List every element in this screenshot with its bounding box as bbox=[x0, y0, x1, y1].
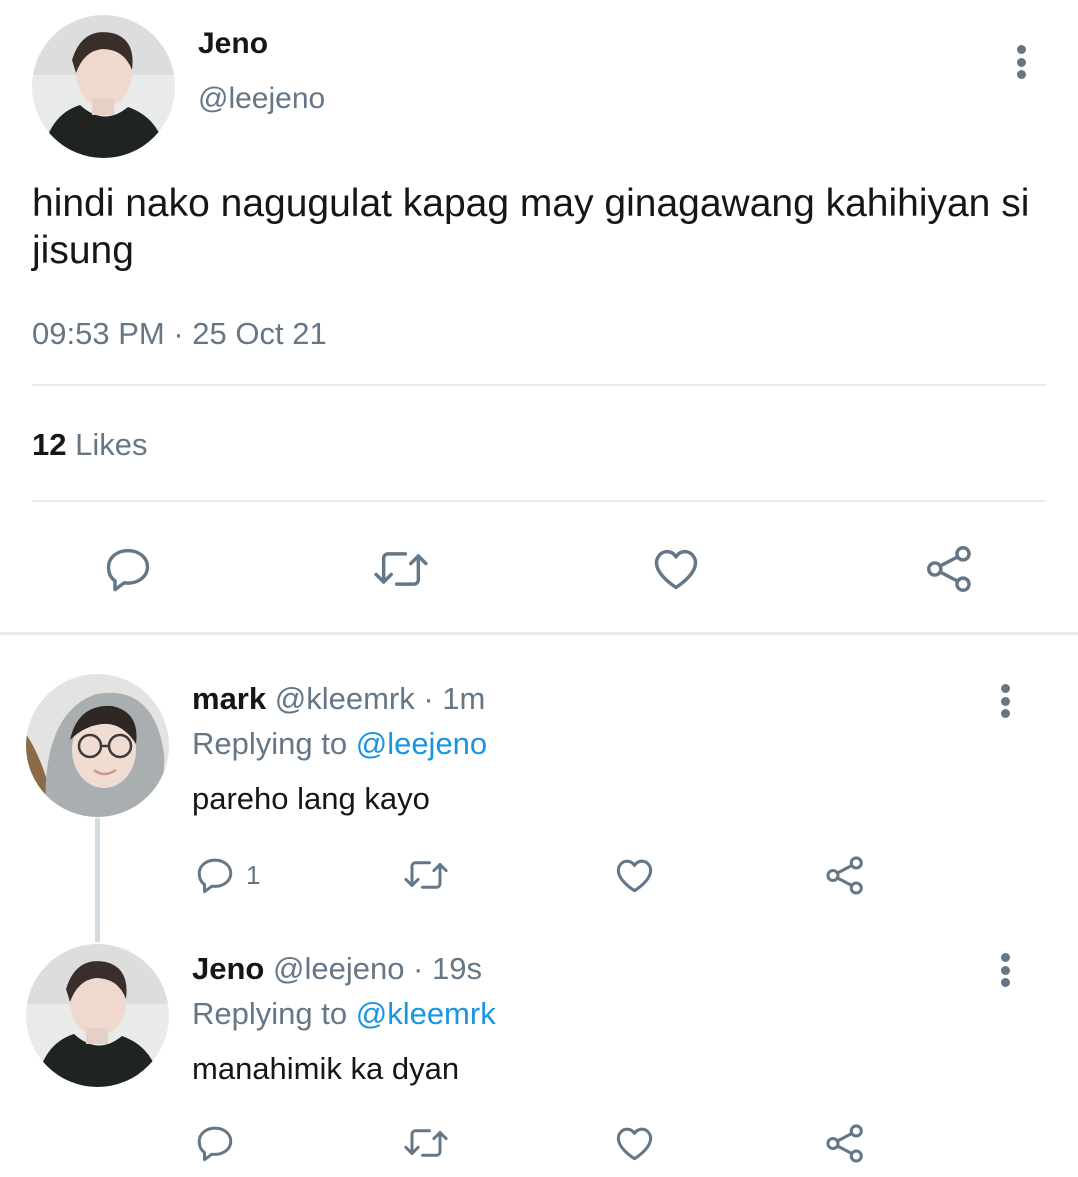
main-author-name[interactable]: Jeno bbox=[198, 27, 268, 61]
retweet-button[interactable] bbox=[370, 543, 432, 595]
tweet-date: 25 Oct 21 bbox=[192, 316, 327, 351]
reply-text: manahimik ka dyan bbox=[192, 1051, 460, 1086]
meta-separator: · bbox=[414, 681, 443, 716]
retweet-icon bbox=[404, 1129, 448, 1157]
reply-author-name[interactable]: mark bbox=[192, 681, 266, 716]
more-vertical-icon[interactable] bbox=[1009, 42, 1033, 82]
likes-label: Likes bbox=[75, 427, 148, 462]
main-tweet-text: hindi nako nagugulat kapag may ginagawan… bbox=[32, 182, 1030, 272]
retweet-button[interactable] bbox=[400, 1122, 452, 1164]
meta-separator: · bbox=[404, 951, 432, 986]
retweet-button[interactable] bbox=[400, 854, 452, 896]
replying-to-line: Replying to @kleemrk bbox=[192, 996, 496, 1032]
reply-author-handle[interactable]: @kleemrk bbox=[275, 681, 415, 716]
reply-icon bbox=[197, 1126, 233, 1162]
share-icon bbox=[927, 546, 971, 592]
more-vertical-icon[interactable] bbox=[993, 950, 1017, 990]
reply-button[interactable]: 1 bbox=[194, 854, 260, 896]
reply-time: 19s bbox=[432, 951, 482, 986]
tweet-time: 09:53 PM bbox=[32, 316, 165, 351]
replying-to-line: Replying to @leejeno bbox=[192, 726, 487, 762]
more-vertical-icon[interactable] bbox=[993, 681, 1017, 721]
divider bbox=[32, 500, 1046, 502]
main-tweet-timestamp: 09:53 PM · 25 Oct 21 bbox=[32, 316, 327, 352]
reply-header: Jeno @leejeno · 19s bbox=[192, 951, 482, 987]
likes-summary[interactable]: 12 Likes bbox=[32, 427, 147, 463]
reply-author-handle[interactable]: @leejeno bbox=[273, 951, 404, 986]
thread-connector bbox=[95, 818, 100, 942]
reply-time: 1m bbox=[442, 681, 486, 716]
replying-to-mention[interactable]: @leejeno bbox=[356, 726, 487, 761]
likes-count: 12 bbox=[32, 427, 67, 462]
like-icon bbox=[616, 1127, 653, 1161]
share-button[interactable] bbox=[924, 543, 976, 595]
reply-count: 1 bbox=[246, 859, 261, 890]
tweet-detail-screen: Jeno @leejeno hindi nako nagugulat kapag… bbox=[0, 0, 1078, 1177]
replying-to-prefix: Replying to bbox=[192, 996, 356, 1031]
retweet-icon bbox=[404, 861, 448, 889]
like-button[interactable] bbox=[613, 854, 656, 897]
reply-button[interactable] bbox=[102, 543, 154, 595]
main-author-handle[interactable]: @leejeno bbox=[198, 82, 325, 116]
share-icon bbox=[826, 856, 863, 895]
like-icon bbox=[616, 859, 653, 893]
share-button[interactable] bbox=[824, 1122, 867, 1165]
divider bbox=[32, 384, 1046, 386]
reply-text: pareho lang kayo bbox=[192, 781, 430, 816]
reply-button[interactable] bbox=[194, 1122, 236, 1164]
share-icon bbox=[826, 1124, 863, 1163]
reply-icon bbox=[197, 858, 233, 894]
main-author-avatar[interactable] bbox=[32, 15, 175, 158]
reply-icon bbox=[106, 548, 150, 592]
like-button[interactable] bbox=[613, 1122, 656, 1165]
reply-header: mark @kleemrk · 1m bbox=[192, 681, 485, 717]
retweet-icon bbox=[374, 552, 428, 586]
like-button[interactable] bbox=[650, 543, 702, 595]
share-button[interactable] bbox=[824, 854, 867, 897]
reply-author-avatar[interactable] bbox=[26, 674, 169, 817]
reply-author-avatar[interactable] bbox=[26, 944, 169, 1087]
replying-to-prefix: Replying to bbox=[192, 726, 356, 761]
section-divider bbox=[0, 632, 1078, 635]
meta-separator: · bbox=[164, 316, 193, 351]
reply-author-name[interactable]: Jeno bbox=[192, 951, 264, 986]
replying-to-mention[interactable]: @kleemrk bbox=[356, 996, 496, 1031]
like-icon bbox=[654, 549, 698, 590]
